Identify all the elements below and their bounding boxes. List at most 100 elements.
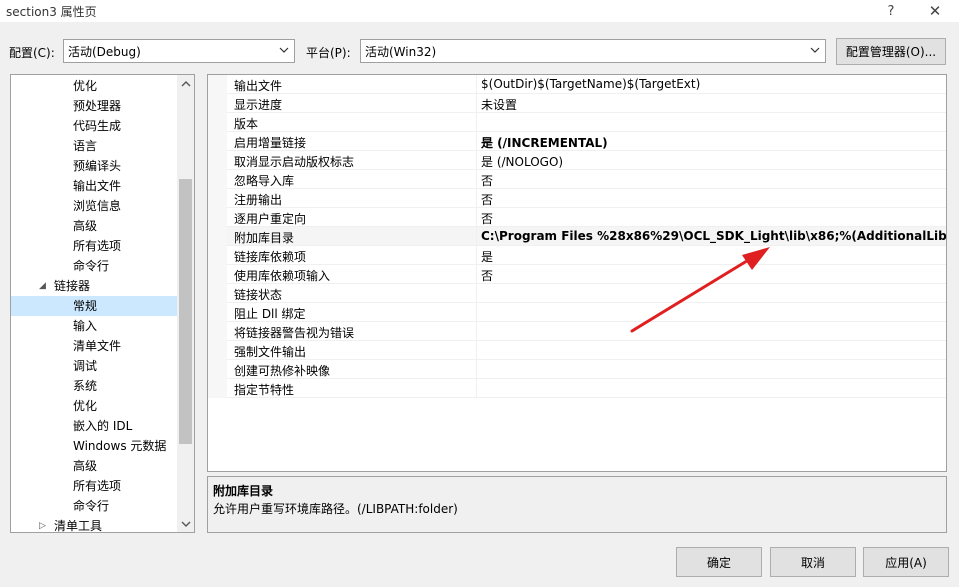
property-row[interactable]: 显示进度 未设置	[208, 94, 946, 113]
config-value: 活动(Debug)	[68, 44, 141, 59]
tree-item[interactable]: 浏览信息	[11, 196, 177, 216]
scroll-up-icon[interactable]	[177, 75, 194, 92]
property-value[interactable]: 否	[481, 191, 493, 208]
property-value[interactable]: 是 (/INCREMENTAL)	[481, 134, 608, 151]
column-divider	[476, 151, 477, 170]
platform-label: 平台(P):	[306, 46, 351, 60]
column-divider	[476, 246, 477, 265]
property-value[interactable]: $(OutDir)$(TargetName)$(TargetExt)	[481, 77, 700, 91]
property-grid[interactable]: 输出文件 $(OutDir)$(TargetName)$(TargetExt) 显示…	[207, 74, 947, 472]
column-divider	[476, 284, 477, 303]
property-name: 强制文件输出	[234, 345, 307, 359]
property-name: 显示进度	[234, 98, 283, 112]
property-name: 创建可热修补映像	[234, 364, 331, 378]
property-name: 启用增量链接	[234, 136, 307, 150]
property-value[interactable]: 未设置	[481, 96, 517, 113]
tree-item[interactable]: 语言	[11, 136, 177, 156]
column-divider	[476, 341, 477, 360]
property-row[interactable]: 忽略导入库 否	[208, 170, 946, 189]
ok-button[interactable]: 确定	[676, 547, 762, 577]
property-row[interactable]: 启用增量链接 是 (/INCREMENTAL)	[208, 132, 946, 151]
close-button[interactable]: ✕	[920, 0, 950, 22]
property-row[interactable]: 阻止 Dll 绑定	[208, 303, 946, 322]
tree-item-label: 命令行	[73, 259, 110, 273]
tree-item[interactable]: 所有选项	[11, 476, 177, 496]
configuration-manager-button[interactable]: 配置管理器(O)...	[836, 38, 946, 65]
property-row[interactable]: 逐用户重定向 否	[208, 208, 946, 227]
tree-item[interactable]: 代码生成	[11, 116, 177, 136]
property-row[interactable]: 使用库依赖项输入 否	[208, 265, 946, 284]
column-divider	[476, 170, 477, 189]
config-label: 配置(C):	[9, 46, 55, 60]
property-row[interactable]: 链接库依赖项 是	[208, 246, 946, 265]
tree-item[interactable]: 清单文件	[11, 336, 177, 356]
property-row[interactable]: 链接状态	[208, 284, 946, 303]
property-row[interactable]: 取消显示启动版权标志 是 (/NOLOGO)	[208, 151, 946, 170]
help-button[interactable]: ?	[876, 0, 906, 22]
tree-item-label: 链接器	[54, 279, 91, 293]
tree-item[interactable]: 常规	[11, 296, 177, 316]
property-name: 链接库依赖项	[234, 250, 307, 264]
tree-item[interactable]: Windows 元数据	[11, 436, 177, 456]
tree-item[interactable]: 命令行	[11, 256, 177, 276]
row-gutter	[208, 151, 227, 170]
property-row[interactable]: 强制文件输出	[208, 341, 946, 360]
tree-item[interactable]: 高级	[11, 456, 177, 476]
description-text: 允许用户重写环境库路径。(/LIBPATH:folder)	[213, 502, 458, 516]
collapse-icon[interactable]: ◢	[39, 276, 46, 296]
config-dropdown[interactable]: 活动(Debug)	[63, 39, 295, 63]
property-row[interactable]: 注册输出 否	[208, 189, 946, 208]
tree-item[interactable]: 所有选项	[11, 236, 177, 256]
property-value[interactable]: 是	[481, 248, 493, 265]
property-value[interactable]: 是 (/NOLOGO)	[481, 153, 563, 170]
tree-item[interactable]: 预处理器	[11, 96, 177, 116]
apply-button[interactable]: 应用(A)	[863, 547, 949, 577]
tree-scrollbar[interactable]	[177, 75, 194, 532]
property-row[interactable]: 将链接器警告视为错误	[208, 322, 946, 341]
tree-item-label: 代码生成	[73, 119, 122, 133]
tree-item[interactable]: 优化	[11, 76, 177, 96]
category-tree[interactable]: 优化 预处理器 代码生成 语言 预编译头 输出文件 浏览信息 高级 所有选项 命令行 ◢ 链接器 常规输…	[10, 74, 195, 533]
property-value[interactable]: 否	[481, 172, 493, 189]
tree-item-label: 常规	[73, 299, 98, 313]
tree-item[interactable]: 调试	[11, 356, 177, 376]
property-value[interactable]: C:\Program Files %28x86%29\OCL_SDK_Light…	[481, 229, 946, 243]
property-row[interactable]: 输出文件 $(OutDir)$(TargetName)$(TargetExt)	[208, 75, 946, 94]
property-row[interactable]: 指定节特性	[208, 379, 946, 398]
tree-item[interactable]: 优化	[11, 396, 177, 416]
row-gutter	[208, 341, 227, 360]
tree-item-label: 优化	[73, 79, 98, 93]
tree-item[interactable]: 高级	[11, 216, 177, 236]
property-name: 忽略导入库	[234, 174, 295, 188]
scroll-down-icon[interactable]	[177, 515, 194, 532]
tree-item-label: 输出文件	[73, 179, 122, 193]
platform-dropdown[interactable]: 活动(Win32)	[360, 39, 826, 63]
property-name: 指定节特性	[234, 383, 295, 397]
row-gutter	[208, 170, 227, 189]
tree-item[interactable]: 预编译头	[11, 156, 177, 176]
tree-item[interactable]: 嵌入的 IDL	[11, 416, 177, 436]
tree-item-label: 高级	[73, 459, 98, 473]
tree-item[interactable]: ▷ 清单工具	[11, 516, 177, 532]
expand-icon[interactable]: ▷	[39, 516, 46, 532]
tree-item[interactable]: ◢ 链接器	[11, 276, 177, 296]
tree-item[interactable]: 命令行	[11, 496, 177, 516]
property-row[interactable]: 版本	[208, 113, 946, 132]
column-divider	[476, 132, 477, 151]
tree-item[interactable]: 系统	[11, 376, 177, 396]
property-row[interactable]: 创建可热修补映像	[208, 360, 946, 379]
window-title: section3 属性页	[6, 5, 97, 19]
property-row[interactable]: 附加库目录 C:\Program Files %28x86%29\OCL_SDK_…	[208, 227, 946, 246]
property-value[interactable]: 否	[481, 210, 493, 227]
row-gutter	[208, 379, 227, 398]
row-gutter	[208, 189, 227, 208]
tree-item-label: 命令行	[73, 499, 110, 513]
row-gutter	[208, 94, 227, 113]
tree-item[interactable]: 输入	[11, 316, 177, 336]
cancel-button[interactable]: 取消	[770, 547, 856, 577]
column-divider	[476, 303, 477, 322]
property-value[interactable]: 否	[481, 267, 493, 284]
scrollbar-thumb[interactable]	[179, 179, 192, 444]
tree-item[interactable]: 输出文件	[11, 176, 177, 196]
property-name: 注册输出	[234, 193, 283, 207]
